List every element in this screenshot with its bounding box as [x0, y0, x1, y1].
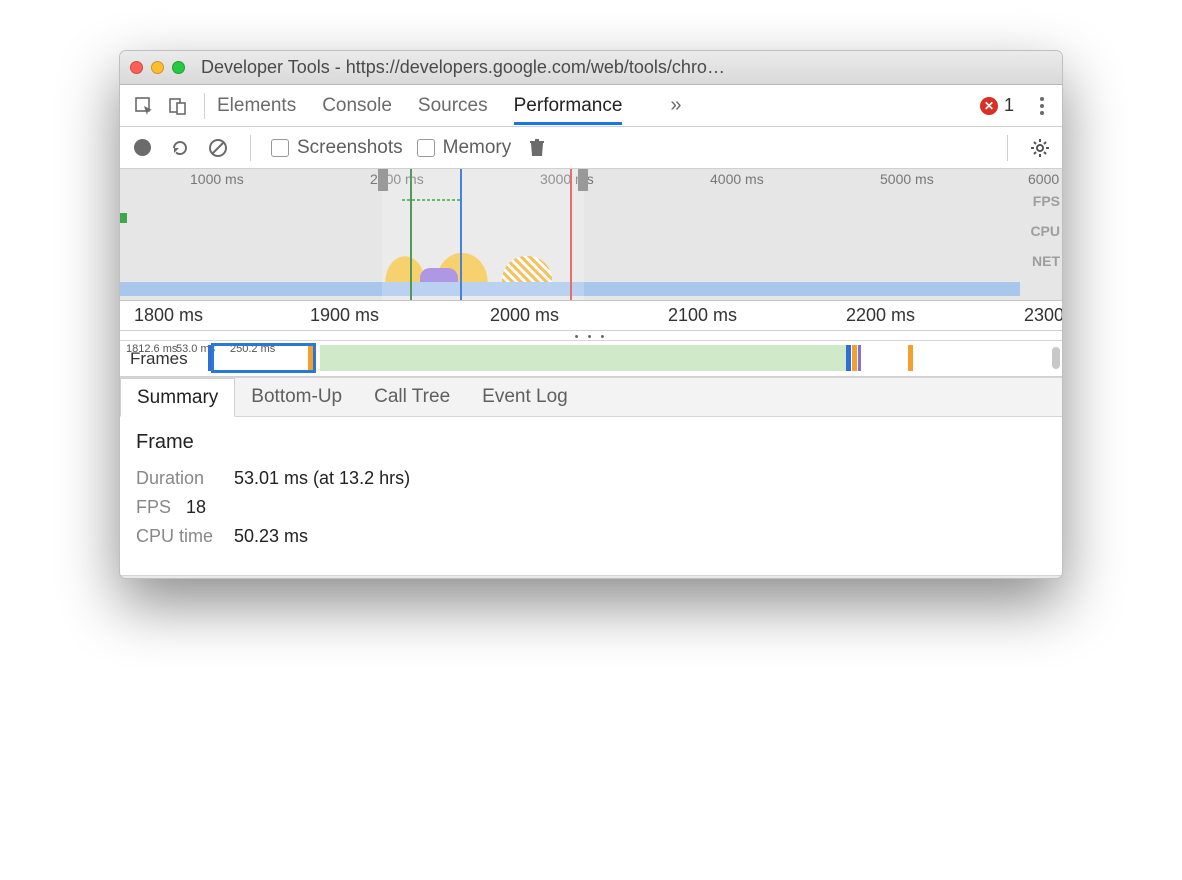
- screenshots-label: Screenshots: [297, 137, 403, 159]
- detail-ruler[interactable]: 1800 ms 1900 ms 2000 ms 2100 ms 2200 ms …: [120, 301, 1062, 331]
- more-tabs-icon[interactable]: »: [670, 94, 681, 117]
- tab-console[interactable]: Console: [322, 87, 392, 125]
- devtools-tabbar: Elements Console Sources Performance » ✕…: [120, 85, 1062, 127]
- ruler-tick: 2200 ms: [846, 305, 915, 326]
- panel-tabs: Elements Console Sources Performance »: [217, 87, 682, 125]
- frames-label: Frames: [130, 349, 188, 369]
- titlebar: Developer Tools - https://developers.goo…: [120, 51, 1062, 85]
- panel-footer: [120, 575, 1062, 578]
- details-heading: Frame: [136, 431, 1046, 454]
- selection-handle-right[interactable]: [578, 169, 588, 191]
- ruler-tick: 1900 ms: [310, 305, 379, 326]
- scrollbar-thumb[interactable]: [1052, 347, 1060, 369]
- close-icon[interactable]: [130, 61, 143, 74]
- checkbox-icon: [271, 139, 289, 157]
- long-frame[interactable]: [320, 345, 850, 371]
- detail-row: Duration 53.01 ms (at 13.2 hrs): [136, 468, 1046, 489]
- overview-selection[interactable]: [382, 169, 584, 300]
- detail-key: Duration: [136, 468, 224, 489]
- details-tabbar: Summary Bottom-Up Call Tree Event Log: [120, 377, 1062, 417]
- tab-call-tree[interactable]: Call Tree: [358, 378, 466, 416]
- ruler-tick: 4000 ms: [710, 171, 764, 187]
- tab-elements[interactable]: Elements: [217, 87, 296, 125]
- collapsed-tracks-indicator[interactable]: • • •: [120, 331, 1062, 341]
- tab-performance[interactable]: Performance: [514, 87, 623, 125]
- devtools-window: Developer Tools - https://developers.goo…: [119, 50, 1063, 579]
- performance-toolbar: Screenshots Memory: [120, 127, 1062, 169]
- minimize-icon[interactable]: [151, 61, 164, 74]
- frame-stripe: [852, 345, 857, 371]
- window-title: Developer Tools - https://developers.goo…: [201, 57, 1052, 78]
- overview-ruler: 1000 ms 2000 ms 3000 ms 4000 ms 5000 ms …: [120, 169, 1062, 189]
- tab-bottom-up[interactable]: Bottom-Up: [235, 378, 358, 416]
- label-fps: FPS: [1030, 187, 1060, 217]
- frame-stripe: [908, 345, 913, 371]
- detail-row: FPS 18: [136, 497, 1046, 518]
- ruler-tick: 2000 ms: [490, 305, 559, 326]
- ruler-tick: 2100 ms: [668, 305, 737, 326]
- memory-label: Memory: [443, 137, 512, 159]
- error-icon: ✕: [980, 97, 998, 115]
- ruler-tick: 1800 ms: [134, 305, 203, 326]
- tab-event-log[interactable]: Event Log: [466, 378, 584, 416]
- record-button[interactable]: [130, 136, 154, 160]
- ruler-tick: 5000 ms: [880, 171, 934, 187]
- ruler-tick: 2300: [1024, 305, 1063, 326]
- ruler-tick: 6000: [1028, 171, 1059, 187]
- frame-summary-panel: Frame Duration 53.01 ms (at 13.2 hrs) FP…: [120, 417, 1062, 575]
- divider: [250, 135, 251, 161]
- selected-frame[interactable]: [211, 343, 316, 373]
- frames-track[interactable]: 1812.6 ms 53.0 ms 250.2 ms Frames: [120, 341, 1062, 377]
- timeline-overview[interactable]: 1000 ms 2000 ms 3000 ms 4000 ms 5000 ms …: [120, 169, 1062, 301]
- frame-stripe: [858, 345, 861, 371]
- tab-sources[interactable]: Sources: [418, 87, 488, 125]
- detail-value: 18: [186, 497, 206, 518]
- divider: [1007, 135, 1008, 161]
- error-counter[interactable]: ✕ 1: [980, 95, 1014, 116]
- fps-bar: [120, 213, 127, 223]
- clear-button[interactable]: [206, 136, 230, 160]
- detail-row: CPU time 50.23 ms: [136, 526, 1046, 547]
- frame-stripe: [846, 345, 851, 371]
- device-toggle-icon[interactable]: [164, 92, 192, 120]
- traffic-lights: [130, 61, 185, 74]
- checkbox-icon: [417, 139, 435, 157]
- detail-value: 53.01 ms (at 13.2 hrs): [234, 468, 410, 489]
- memory-checkbox[interactable]: Memory: [417, 137, 512, 159]
- ruler-tick: 1000 ms: [190, 171, 244, 187]
- detail-key: FPS: [136, 497, 176, 518]
- garbage-collect-icon[interactable]: [525, 136, 549, 160]
- kebab-menu-icon[interactable]: [1028, 92, 1056, 120]
- divider: [204, 93, 205, 119]
- label-cpu: CPU: [1030, 217, 1060, 247]
- label-net: NET: [1030, 247, 1060, 277]
- inspect-element-icon[interactable]: [130, 92, 158, 120]
- overview-track-labels: FPS CPU NET: [1030, 187, 1060, 277]
- selection-handle-left[interactable]: [378, 169, 388, 191]
- settings-icon[interactable]: [1028, 136, 1052, 160]
- reload-button[interactable]: [168, 136, 192, 160]
- screenshots-checkbox[interactable]: Screenshots: [271, 137, 403, 159]
- error-count: 1: [1004, 95, 1014, 116]
- detail-key: CPU time: [136, 526, 224, 547]
- detail-value: 50.23 ms: [234, 526, 308, 547]
- tab-summary[interactable]: Summary: [120, 378, 235, 417]
- maximize-icon[interactable]: [172, 61, 185, 74]
